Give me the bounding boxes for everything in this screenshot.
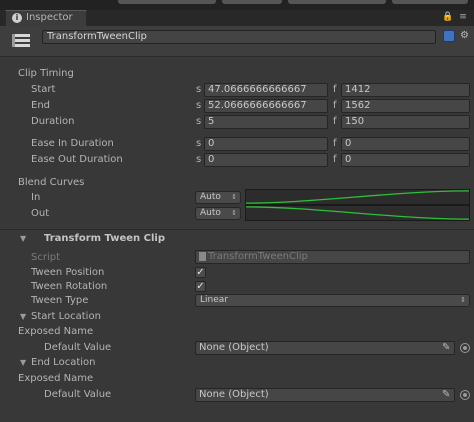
- edit-pencil-icon[interactable]: ✎: [442, 389, 450, 401]
- edit-pencil-icon[interactable]: ✎: [442, 342, 450, 354]
- end-location-heading[interactable]: End Location: [31, 357, 95, 368]
- tween-rotation-label: Tween Rotation: [31, 281, 108, 292]
- section-divider: [0, 229, 474, 230]
- help-icon[interactable]: [443, 30, 455, 42]
- ease-out-frames-field[interactable]: 0: [341, 153, 470, 167]
- window-menu-icon[interactable]: ≡: [458, 12, 468, 22]
- end-frames-field[interactable]: 1562: [341, 99, 470, 113]
- script-label: Script: [31, 252, 61, 263]
- tween-type-label: Tween Type: [31, 295, 89, 306]
- blend-in-mode-value: Auto: [200, 192, 221, 202]
- info-icon: i: [12, 13, 22, 23]
- tab-inspector-label: Inspector: [26, 12, 73, 23]
- object-name-field[interactable]: TransformTweenClip: [42, 30, 436, 44]
- object-picker-icon[interactable]: [460, 343, 470, 353]
- end-f-unit: f: [333, 100, 337, 111]
- ease-out-duration-label: Ease Out Duration: [31, 154, 123, 165]
- foldout-arrow-icon[interactable]: ▼: [20, 234, 26, 243]
- updown-icon: ⇕: [460, 296, 466, 304]
- blend-in-label: In: [31, 192, 41, 203]
- end-default-value: None (Object): [199, 389, 269, 400]
- tween-type-value: Linear: [200, 295, 228, 305]
- ease-in-seconds-field[interactable]: 0: [204, 137, 328, 151]
- start-location-foldout-icon[interactable]: ▼: [20, 312, 26, 321]
- start-label: Start: [31, 84, 56, 95]
- toolbar-button[interactable]: [222, 0, 282, 4]
- ease-in-frames-field[interactable]: 0: [341, 137, 470, 151]
- start-f-unit: f: [333, 84, 337, 95]
- tween-rotation-checkbox[interactable]: ✓: [195, 281, 206, 292]
- toolbar-button[interactable]: [288, 0, 386, 4]
- end-location-foldout-icon[interactable]: ▼: [20, 358, 26, 367]
- clip-timing-heading: Clip Timing: [18, 68, 74, 79]
- ease-out-seconds-field[interactable]: 0: [204, 153, 328, 167]
- blend-in-curve[interactable]: [245, 189, 470, 205]
- start-location-heading[interactable]: Start Location: [31, 311, 101, 322]
- end-label: End: [31, 100, 51, 111]
- tween-type-dropdown[interactable]: Linear ⇕: [195, 294, 470, 307]
- start-default-value: None (Object): [199, 342, 269, 353]
- component-icon: [12, 34, 30, 47]
- start-default-value-field[interactable]: None (Object) ✎: [195, 341, 455, 355]
- component-title[interactable]: Transform Tween Clip: [44, 233, 165, 244]
- end-default-value-field[interactable]: None (Object) ✎: [195, 388, 455, 402]
- duration-f-unit: f: [333, 116, 337, 127]
- tween-position-checkbox[interactable]: ✓: [195, 267, 206, 278]
- start-exposed-name-label: Exposed Name: [18, 326, 94, 337]
- toolbar-button[interactable]: [392, 0, 468, 4]
- start-default-value-label: Default Value: [44, 342, 112, 353]
- start-seconds-field[interactable]: 47.0666666666667: [204, 83, 328, 97]
- duration-s-unit: s: [196, 116, 202, 127]
- object-picker-icon[interactable]: [460, 390, 470, 400]
- lock-icon[interactable]: 🔒: [442, 12, 453, 22]
- updown-icon: ⇕: [231, 193, 237, 201]
- duration-frames-field[interactable]: 150: [341, 115, 470, 129]
- end-exposed-name-label: Exposed Name: [18, 373, 94, 384]
- start-frames-field[interactable]: 1412: [341, 83, 470, 97]
- blend-out-label: Out: [31, 208, 50, 219]
- end-default-value-label: Default Value: [44, 389, 112, 400]
- ease-out-f-unit: f: [333, 154, 337, 165]
- duration-label: Duration: [31, 116, 75, 127]
- ease-in-s-unit: s: [196, 138, 202, 149]
- ease-out-s-unit: s: [196, 154, 202, 165]
- blend-out-curve[interactable]: [245, 205, 470, 221]
- ease-in-f-unit: f: [333, 138, 337, 149]
- blend-curves-heading: Blend Curves: [18, 177, 85, 188]
- settings-icon[interactable]: ⚙: [460, 30, 470, 42]
- script-value: TransformTweenClip: [208, 251, 308, 262]
- start-s-unit: s: [196, 84, 202, 95]
- end-s-unit: s: [196, 100, 202, 111]
- duration-seconds-field[interactable]: 5: [204, 115, 328, 129]
- tween-position-label: Tween Position: [31, 267, 105, 278]
- blend-in-mode-dropdown[interactable]: Auto ⇕: [195, 191, 241, 204]
- ease-in-duration-label: Ease In Duration: [31, 138, 114, 149]
- end-seconds-field[interactable]: 52.0666666666667: [204, 99, 328, 113]
- script-file-icon: [199, 252, 206, 261]
- script-field: TransformTweenClip: [195, 250, 470, 264]
- blend-out-mode-dropdown[interactable]: Auto ⇕: [195, 207, 241, 220]
- updown-icon: ⇕: [231, 209, 237, 217]
- toolbar-button[interactable]: [118, 0, 216, 4]
- tab-inspector[interactable]: i Inspector: [5, 10, 87, 26]
- blend-out-mode-value: Auto: [200, 208, 221, 218]
